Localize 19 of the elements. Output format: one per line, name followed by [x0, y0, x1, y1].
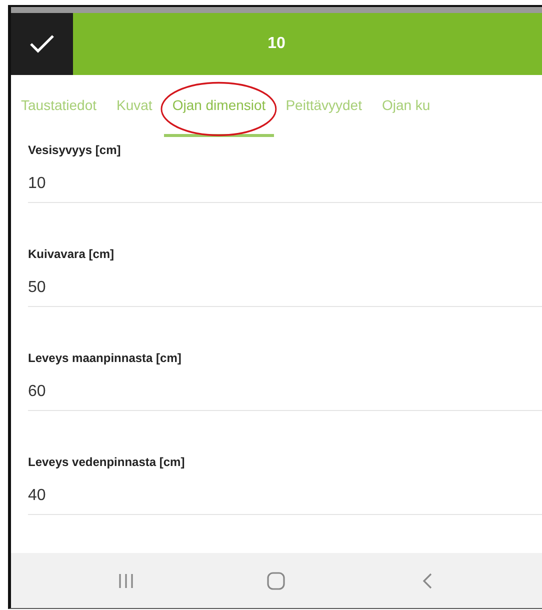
back-icon: [420, 572, 433, 590]
header-title: 10: [266, 35, 286, 53]
field-label: Leveys maanpinnasta [cm]: [28, 351, 182, 365]
field-label: Vesisyvyys [cm]: [28, 143, 121, 157]
home-icon: [266, 571, 286, 591]
tab[interactable]: Kuvat: [108, 75, 160, 137]
field-label: Leveys vedenpinnasta [cm]: [28, 455, 185, 469]
tab[interactable]: Ojan ku: [374, 75, 438, 137]
tab[interactable]: Peittävyydet: [278, 75, 370, 137]
checkmark-icon: [29, 34, 55, 54]
field-label: Kuivavara [cm]: [28, 247, 114, 261]
input-field[interactable]: 40: [28, 487, 542, 515]
confirm-button[interactable]: [11, 13, 73, 75]
tab[interactable]: Taustatiedot: [13, 75, 104, 137]
input-field[interactable]: 10: [28, 175, 542, 203]
input-field[interactable]: 50: [28, 279, 542, 307]
tab[interactable]: Ojan dimensiot: [164, 75, 274, 137]
input-field[interactable]: 60: [28, 383, 542, 411]
recent-apps-icon: [117, 572, 136, 590]
